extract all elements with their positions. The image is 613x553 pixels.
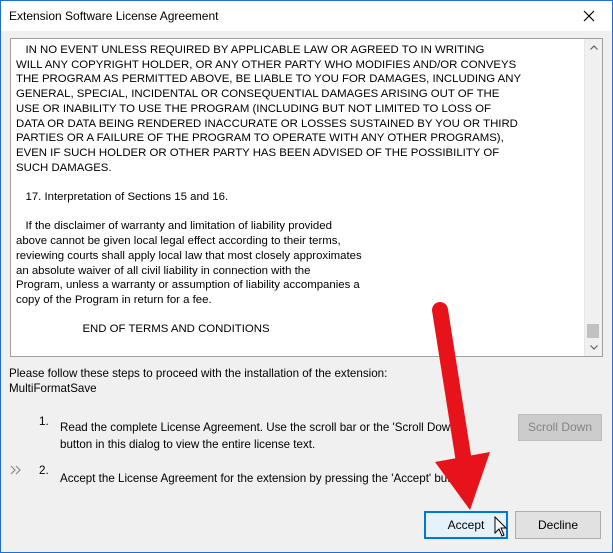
- extension-name: MultiFormatSave: [9, 382, 97, 395]
- step-2-text: Accept the License Agreement for the ext…: [60, 472, 470, 485]
- instructions-line: Please follow these steps to proceed wit…: [9, 367, 388, 380]
- chevron-up-icon: [589, 45, 598, 50]
- scroll-down-arrow-button[interactable]: [585, 339, 602, 356]
- mouse-cursor-icon: [494, 516, 508, 537]
- step-1-number: 1.: [39, 415, 49, 428]
- license-dialog: Extension Software License Agreement IN …: [0, 0, 613, 553]
- decline-button[interactable]: Decline: [515, 511, 601, 539]
- accept-label: Accept: [447, 518, 485, 532]
- license-text-area[interactable]: IN NO EVENT UNLESS REQUIRED BY APPLICABL…: [10, 38, 603, 357]
- step-1-text: Read the complete License Agreement. Use…: [60, 419, 459, 453]
- scroll-down-button[interactable]: Scroll Down: [518, 414, 602, 441]
- current-step-arrow-icon: [10, 465, 21, 475]
- scrollbar-thumb[interactable]: [587, 324, 599, 338]
- step-1-line-1: Read the complete License Agreement. Use…: [60, 421, 459, 434]
- step-2-number: 2.: [39, 464, 49, 477]
- step-1-line-2: button in this dialog to view the entire…: [60, 438, 316, 451]
- instructions: Please follow these steps to proceed wit…: [9, 366, 387, 396]
- scroll-down-label: Scroll Down: [527, 420, 593, 434]
- chevron-down-icon: [589, 345, 598, 350]
- decline-label: Decline: [537, 518, 579, 532]
- license-text: IN NO EVENT UNLESS REQUIRED BY APPLICABL…: [16, 44, 522, 336]
- scroll-up-button[interactable]: [585, 39, 602, 56]
- close-icon: [583, 10, 595, 22]
- close-button[interactable]: [566, 1, 612, 31]
- title-bar: Extension Software License Agreement: [1, 1, 612, 31]
- vertical-scrollbar[interactable]: [584, 39, 602, 356]
- window-title: Extension Software License Agreement: [9, 9, 219, 23]
